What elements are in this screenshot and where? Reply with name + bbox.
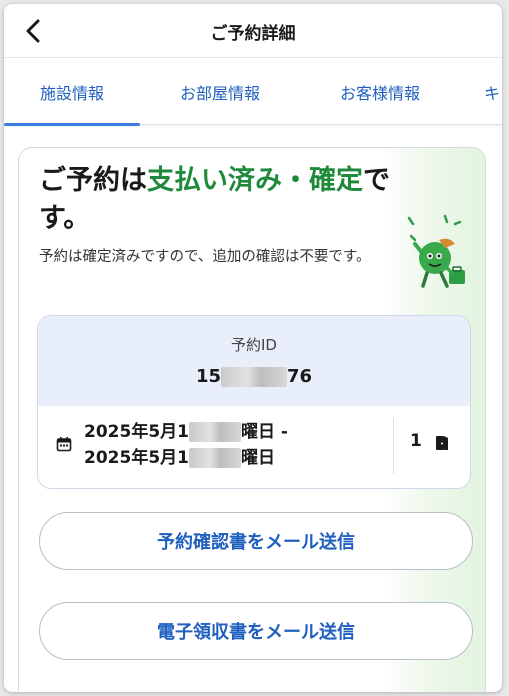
divider xyxy=(393,418,394,474)
calendar-icon xyxy=(56,437,72,452)
headline-highlight: 支払い済み・確定 xyxy=(147,165,363,196)
top-bar: ご予約詳細 xyxy=(4,4,502,58)
door-icon xyxy=(436,436,448,450)
tab-label: お部屋情報 xyxy=(179,84,260,103)
page-title: ご予約詳細 xyxy=(210,24,296,44)
checkin-date: 2025年5月1 曜日 - xyxy=(84,419,374,445)
checkout-prefix: 2025年5月1 xyxy=(84,448,189,468)
headline-prefix: ご予約は xyxy=(39,165,147,196)
checkout-suffix: 曜日 xyxy=(240,448,275,468)
booking-status-card: ご予約は支払い済み・確定です。 予約は確定済みですので、追加の確認は不要です。 … xyxy=(18,147,486,692)
mascot-illustration xyxy=(407,214,465,288)
reservation-id-label: 予約ID xyxy=(231,336,277,354)
reservation-id-prefix: 15 xyxy=(195,366,221,387)
reservation-id-section: 予約ID 15 76 xyxy=(38,316,470,406)
checkout-date: 2025年5月1 曜日 xyxy=(84,445,374,471)
tab-label: キ xyxy=(484,84,501,103)
room-count: 1 xyxy=(410,431,422,451)
reservation-id-value: 15 76 xyxy=(38,366,470,387)
tab-guest-info[interactable]: お客様情報 xyxy=(312,59,448,125)
tab-label: 施設情報 xyxy=(39,84,104,103)
tab-overflow[interactable]: キ xyxy=(484,59,502,125)
tab-facility-info[interactable]: 施設情報 xyxy=(4,59,140,126)
redacted-block xyxy=(221,367,287,387)
app-frame: ご予約詳細 施設情報 お部屋情報 お客様情報 キ ご予約は支払い済み・確定です。… xyxy=(4,4,502,692)
email-confirmation-button[interactable]: 予約確認書をメール送信 xyxy=(39,512,473,570)
stay-dates: 2025年5月1 曜日 - 2025年5月1 曜日 xyxy=(84,419,374,471)
checkin-suffix: 曜日 - xyxy=(240,422,288,442)
tab-label: お客様情報 xyxy=(339,84,420,103)
tab-room-info[interactable]: お部屋情報 xyxy=(152,59,288,125)
tab-bar: 施設情報 お部屋情報 お客様情報 キ xyxy=(4,59,502,126)
checkin-prefix: 2025年5月1 xyxy=(84,422,189,442)
redacted-block xyxy=(188,422,241,442)
redacted-block xyxy=(188,448,241,468)
status-headline: ご予約は支払い済み・確定です。 xyxy=(39,162,399,238)
reservation-id-suffix: 76 xyxy=(287,366,313,387)
email-receipt-button[interactable]: 電子領収書をメール送信 xyxy=(39,602,473,660)
status-description: 予約は確定済みですので、追加の確認は不要です。 xyxy=(39,249,371,265)
reservation-summary: 予約ID 15 76 2025年5月1 曜日 - 2025年5月1 曜日 1 xyxy=(37,315,471,489)
